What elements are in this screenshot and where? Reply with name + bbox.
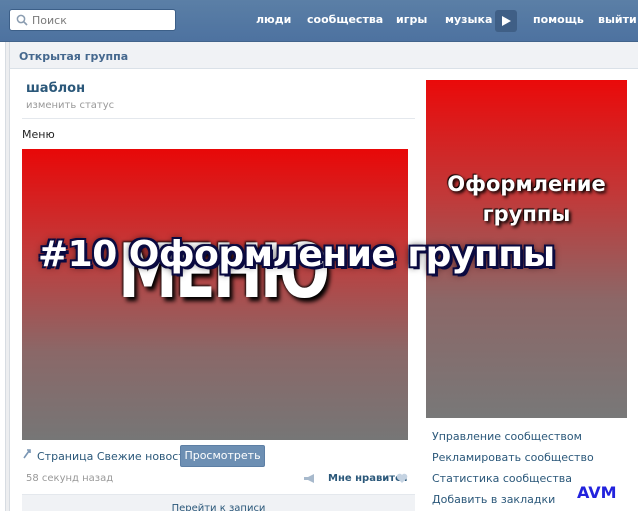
wiki-page-link[interactable]: Страница Свежие новости <box>37 450 192 463</box>
group-name: шаблон <box>26 81 86 96</box>
cover-text-line2: группы <box>482 202 571 226</box>
watermark-logo: AVM <box>577 483 617 502</box>
search-placeholder: Поиск <box>32 14 67 27</box>
post-timestamp[interactable]: 58 секунд назад <box>26 473 113 484</box>
manage-community-link[interactable]: Управление сообществом <box>432 430 582 443</box>
view-button[interactable]: Просмотреть <box>180 445 265 467</box>
nav-communities[interactable]: сообщества <box>307 13 383 26</box>
video-title-overlay: #10 Оформление группы <box>38 234 555 275</box>
go-to-posts-bar[interactable]: Перейти к записи <box>22 494 415 511</box>
add-bookmark-link[interactable]: Добавить в закладки <box>432 493 555 506</box>
nav-people[interactable]: люди <box>256 13 291 26</box>
wiki-page-icon <box>23 449 31 459</box>
go-to-posts-label: Перейти к записи <box>171 503 266 511</box>
search-input[interactable]: Поиск <box>9 9 176 31</box>
play-button[interactable] <box>495 10 517 32</box>
advertise-community-link[interactable]: Рекламировать сообщество <box>432 451 594 464</box>
cover-text-line1: Оформление <box>447 172 606 196</box>
share-icon[interactable] <box>303 473 317 484</box>
group-type-label: Открытая группа <box>19 50 129 63</box>
heart-icon[interactable] <box>396 473 408 484</box>
menu-image[interactable]: МЕНЮ <box>22 149 408 440</box>
play-icon <box>502 16 511 26</box>
menu-post-author[interactable]: Меню <box>22 128 55 141</box>
divider <box>22 118 415 119</box>
nav-help[interactable]: помощь <box>533 13 584 26</box>
change-status-link[interactable]: изменить статус <box>26 100 114 111</box>
search-icon <box>16 14 28 26</box>
nav-logout[interactable]: выйти <box>598 13 637 26</box>
nav-music[interactable]: музыка <box>445 13 492 26</box>
community-stats-link[interactable]: Статистика сообщества <box>432 472 572 485</box>
nav-games[interactable]: игры <box>396 13 427 26</box>
left-column-edge <box>0 42 6 511</box>
group-type-header: Открытая группа <box>9 42 638 69</box>
